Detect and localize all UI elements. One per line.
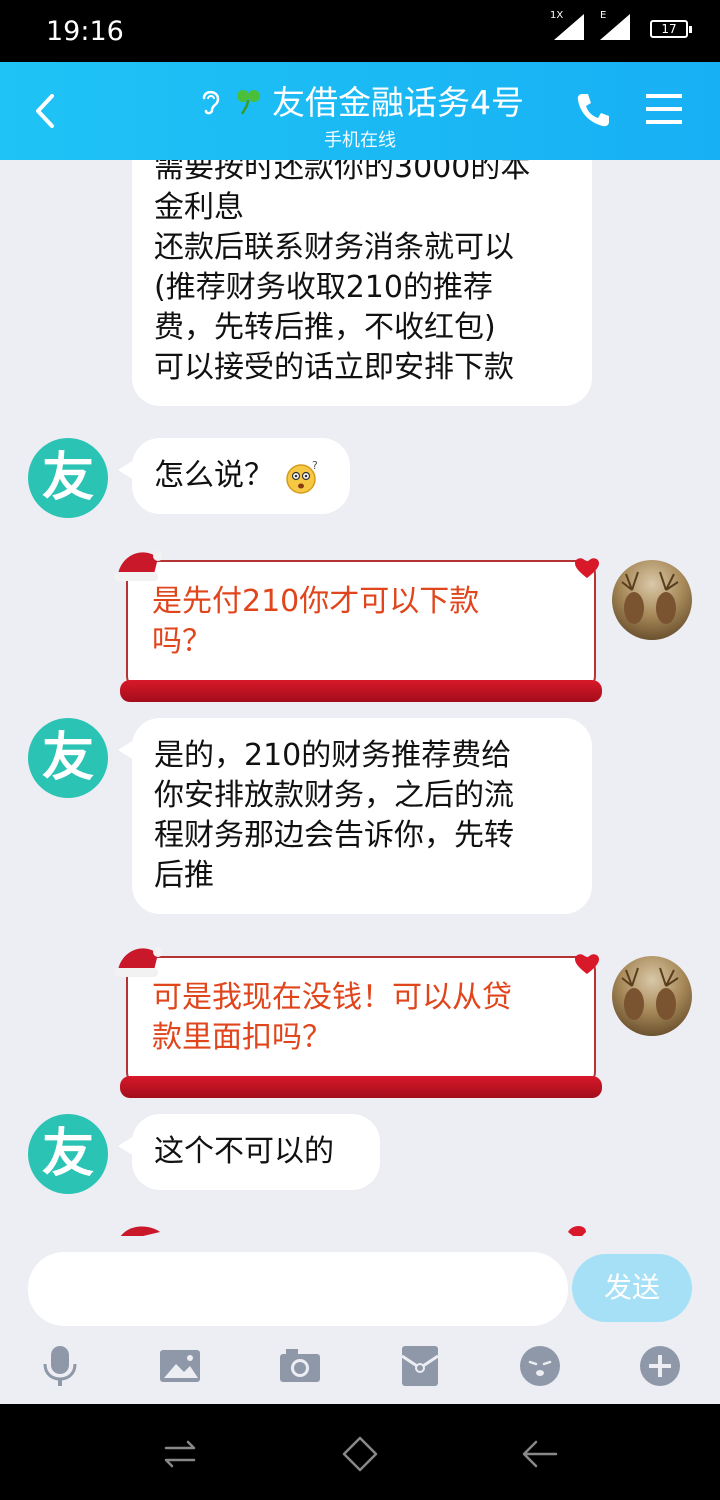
clover-icon [234, 85, 262, 115]
ear-icon [196, 85, 224, 115]
message-list[interactable]: 需要按时还款你的3000的本 金利息 还款后联系财务消条就可以 (推荐财务收取2… [0, 160, 720, 1236]
message-bubble-left[interactable]: 是的，210的财务推荐费给 你安排放款财务，之后的流 程财务那边会告诉你，先转 … [118, 718, 592, 914]
message-line: 怎么说？ [154, 458, 274, 493]
surprised-face-icon: ? [284, 459, 320, 495]
message-bubble-left[interactable]: 这个不可以的 [118, 1114, 380, 1190]
phone-icon[interactable] [574, 90, 610, 130]
user-avatar[interactable] [612, 560, 692, 640]
header-title-block[interactable]: 友借金融话务4号 手机在线 [0, 76, 720, 152]
message-line: 费，先转后推，不收红包) [154, 310, 496, 345]
image-icon[interactable] [158, 1344, 202, 1388]
plus-icon[interactable] [638, 1344, 682, 1388]
contact-avatar[interactable]: 友 [28, 438, 108, 518]
input-bar: 发送 [0, 1236, 720, 1404]
message-line: 可以接受的话立即安排下款 [154, 350, 514, 385]
signal-icon-2 [598, 12, 632, 42]
santa-hat-icon [114, 940, 163, 980]
system-navigation-bar [0, 1404, 720, 1500]
signal-icon [552, 12, 586, 42]
contact-name-row: 友借金融话务4号 [196, 76, 524, 124]
camera-icon[interactable] [278, 1344, 322, 1388]
message-input[interactable] [28, 1252, 568, 1326]
battery-icon: 17 [650, 20, 692, 38]
status-bar: 19:16 1X E 17 [0, 0, 720, 62]
contact-avatar[interactable]: 友 [28, 1114, 108, 1194]
message-bubble-left[interactable]: 需要按时还款你的3000的本 金利息 还款后联系财务消条就可以 (推荐财务收取2… [132, 160, 592, 406]
switch-apps-icon[interactable] [160, 1434, 200, 1474]
message-line: 需要按时还款你的3000的本 [154, 160, 531, 185]
bubble-ribbon [120, 1076, 602, 1098]
microphone-icon[interactable] [38, 1344, 82, 1388]
message-line: 吗？ [152, 624, 212, 659]
chat-header: 友借金融话务4号 手机在线 [0, 62, 720, 160]
home-icon[interactable] [340, 1434, 380, 1474]
message-line: (推荐财务收取210的推荐 [154, 270, 493, 305]
message-bubble-left[interactable]: 怎么说？ ? [118, 438, 350, 514]
message-bubble-right[interactable]: 可是我现在没钱！可以从贷 款里面扣吗？ [114, 947, 602, 1098]
back-icon[interactable] [520, 1434, 560, 1474]
bubble-ribbon [120, 680, 602, 702]
message-line: 你安排放款财务，之后的流 [154, 778, 514, 813]
status-time: 19:16 [46, 16, 124, 47]
emoji-icon[interactable] [518, 1344, 562, 1388]
message-line: 可是我现在没钱！可以从贷 [152, 980, 512, 1015]
message-line: 款里面扣吗？ [152, 1020, 332, 1055]
partial-message-bubble [116, 1222, 596, 1236]
message-line: 后推 [154, 858, 214, 893]
contact-avatar[interactable]: 友 [28, 718, 108, 798]
heart-icon [574, 550, 600, 578]
online-status: 手机在线 [324, 130, 396, 151]
red-packet-icon[interactable] [398, 1344, 442, 1388]
message-line: 金利息 [154, 190, 244, 225]
svg-text:?: ? [312, 459, 318, 472]
heart-icon [574, 946, 600, 974]
user-avatar[interactable] [612, 956, 692, 1036]
message-line: 这个不可以的 [154, 1134, 334, 1169]
menu-icon[interactable] [646, 92, 682, 126]
contact-name: 友借金融话务4号 [272, 83, 524, 122]
message-line: 是先付210你才可以下款 [152, 584, 480, 619]
santa-hat-icon [114, 544, 163, 584]
message-bubble-right[interactable]: 是先付210你才可以下款 吗？ [114, 551, 602, 702]
send-button[interactable]: 发送 [572, 1254, 692, 1322]
message-line: 是的，210的财务推荐费给 [154, 738, 512, 773]
message-line: 还款后联系财务消条就可以 [154, 230, 514, 265]
message-line: 程财务那边会告诉你，先转 [154, 818, 514, 853]
